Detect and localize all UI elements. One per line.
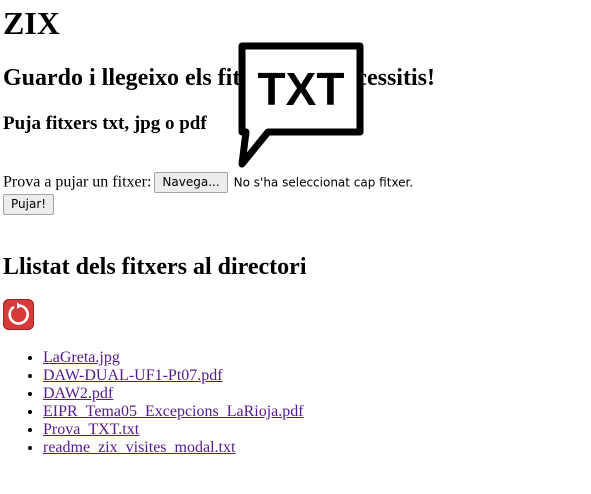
logo-text: TXT bbox=[258, 63, 345, 115]
upload-heading: Puja fitxers txt, jpg o pdf bbox=[3, 113, 207, 134]
file-list-item: DAW2.pdf bbox=[43, 385, 304, 403]
file-list-heading: Llistat dels fitxers al directori bbox=[3, 254, 307, 280]
site-title: ZIX bbox=[3, 5, 60, 41]
browse-button[interactable]: Navega... bbox=[154, 172, 228, 193]
file-list-item: readme_zix_visites_modal.txt bbox=[43, 439, 304, 457]
upload-form: Prova a pujar un fitxer: Navega... No s'ha… bbox=[3, 172, 413, 193]
file-list-item: LaGreta.jpg bbox=[43, 349, 304, 367]
refresh-icon bbox=[3, 299, 34, 330]
txt-logo: TXT bbox=[236, 42, 366, 175]
file-list-item: Prova_TXT.txt bbox=[43, 421, 304, 439]
file-list: LaGreta.jpgDAW-DUAL-UF1-Pt07.pdfDAW2.pdf… bbox=[3, 349, 304, 457]
refresh-button[interactable] bbox=[3, 299, 34, 330]
file-list-item: EIPR_Tema05_Excepcions_LaRioja.pdf bbox=[43, 403, 304, 421]
file-link[interactable]: DAW2.pdf bbox=[43, 385, 113, 402]
file-link[interactable]: LaGreta.jpg bbox=[43, 349, 120, 366]
upload-label: Prova a pujar un fitxer: bbox=[3, 173, 152, 191]
upload-submit-button[interactable]: Pujar! bbox=[3, 194, 55, 215]
file-link[interactable]: DAW-DUAL-UF1-Pt07.pdf bbox=[43, 367, 223, 384]
file-link[interactable]: EIPR_Tema05_Excepcions_LaRioja.pdf bbox=[43, 403, 304, 420]
file-link[interactable]: Prova_TXT.txt bbox=[43, 421, 139, 438]
file-list-item: DAW-DUAL-UF1-Pt07.pdf bbox=[43, 367, 304, 385]
txt-speech-bubble-icon: TXT bbox=[238, 42, 364, 168]
page-subtitle: Guardo i llegeixo els fitxers que necess… bbox=[3, 65, 435, 91]
no-file-selected-text: No s'ha seleccionat cap fitxer. bbox=[233, 175, 414, 190]
file-link[interactable]: readme_zix_visites_modal.txt bbox=[43, 439, 235, 456]
